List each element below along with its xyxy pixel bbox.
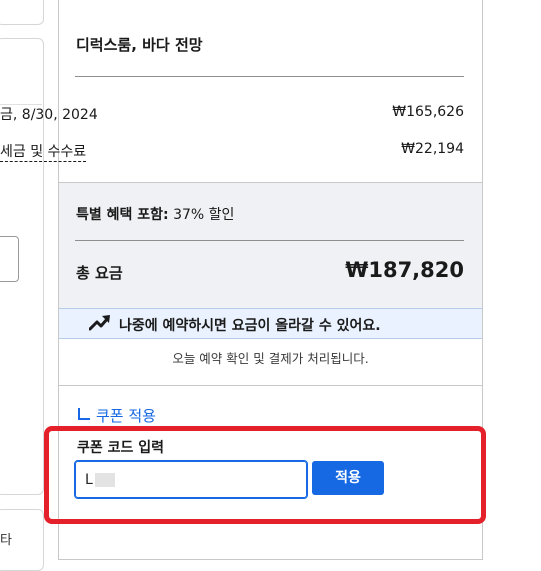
left-partial-text: 타 <box>0 533 12 548</box>
divider <box>75 240 464 241</box>
taxes-fees-amount: ₩22,194 <box>401 141 464 157</box>
taxes-fees-label[interactable]: 세금 및 수수료 <box>0 144 87 162</box>
discount-total-section <box>59 182 482 308</box>
room-title: 디럭스룸, 바다 전망 <box>76 36 203 54</box>
divider <box>75 76 464 77</box>
redacted-text <box>95 473 115 487</box>
special-offer-prefix: 특별 혜택 포함: <box>76 207 169 223</box>
taxes-fees-link[interactable]: 세금 및 수수료 <box>0 141 87 162</box>
corner-arrow-icon <box>78 408 90 420</box>
payment-notice: 오늘 예약 확인 및 결제가 처리됩니다. <box>172 351 369 366</box>
trending-up-icon <box>89 315 110 331</box>
date-label: 금, 8/30, 2024 <box>0 107 98 123</box>
apply-coupon-button[interactable]: 적용 <box>312 461 384 495</box>
special-offer-text: 37% 할인 <box>168 207 235 223</box>
room-price: ₩165,626 <box>392 104 464 120</box>
banner-text: 나중에 예약하시면 요금이 올라갈 수 있어요. <box>119 318 381 334</box>
divider <box>59 385 482 386</box>
coupon-code-value[interactable]: L <box>85 472 93 488</box>
total-price: ₩187,820 <box>345 258 464 282</box>
left-card-top <box>0 0 44 25</box>
left-partial-button[interactable] <box>0 236 19 282</box>
special-offer: 특별 혜택 포함: 37% 할인 <box>76 204 234 224</box>
coupon-code-label: 쿠폰 코드 입력 <box>77 440 165 456</box>
apply-coupon-link[interactable]: 쿠폰 적용 <box>78 405 156 426</box>
total-label: 총 요금 <box>76 264 123 282</box>
apply-coupon-label[interactable]: 쿠폰 적용 <box>96 407 156 425</box>
